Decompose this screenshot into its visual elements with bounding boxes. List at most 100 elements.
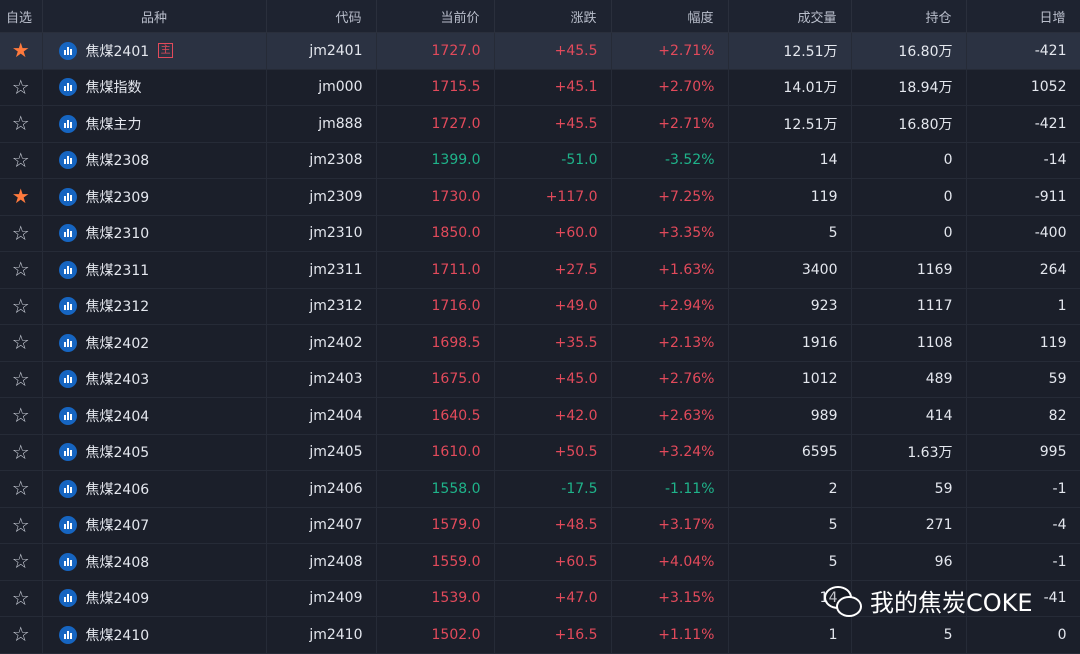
- table-row[interactable]: ★ 焦煤2309 jm2309 1730.0 +117.0 +7.25% 119 0 -911: [0, 178, 1080, 216]
- favorite-cell[interactable]: ☆: [0, 215, 43, 252]
- column-header-price[interactable]: 当前价: [376, 0, 495, 33]
- name-cell[interactable]: 焦煤2310: [42, 215, 267, 252]
- name-cell[interactable]: 焦煤2311: [42, 251, 267, 289]
- star-icon[interactable]: ☆: [12, 330, 30, 354]
- symbol-name: 焦煤2308: [85, 153, 150, 170]
- column-header-code[interactable]: 代码: [266, 0, 377, 33]
- percent-cell: +2.63%: [611, 397, 729, 435]
- favorite-cell[interactable]: ☆: [0, 507, 43, 544]
- star-icon[interactable]: ☆: [12, 148, 30, 172]
- column-header-volume[interactable]: 成交量: [728, 0, 852, 33]
- favorite-cell[interactable]: ☆: [0, 251, 43, 289]
- star-icon[interactable]: ☆: [12, 513, 30, 537]
- volume-cell: 5: [728, 215, 852, 252]
- bar-chart-icon: [58, 406, 77, 425]
- table-row[interactable]: ☆ 焦煤2402 jm2402 1698.5 +35.5 +2.13% 1916 1108 11…: [0, 324, 1080, 362]
- favorite-cell[interactable]: ★: [0, 32, 43, 70]
- star-icon[interactable]: ☆: [12, 294, 30, 318]
- percent-cell: +3.17%: [611, 507, 729, 544]
- favorite-cell[interactable]: ☆: [0, 324, 43, 362]
- name-cell[interactable]: 焦煤2401 主: [42, 32, 267, 70]
- name-cell[interactable]: 焦煤2403: [42, 361, 267, 398]
- star-icon[interactable]: ☆: [12, 549, 30, 573]
- open-interest-cell: 59: [851, 470, 967, 508]
- favorite-cell[interactable]: ☆: [0, 361, 43, 398]
- name-cell[interactable]: 焦煤指数: [42, 69, 267, 106]
- volume-cell: 1916: [728, 324, 852, 362]
- favorite-cell[interactable]: ☆: [0, 397, 43, 435]
- percent-cell: +1.63%: [611, 251, 729, 289]
- favorite-cell[interactable]: ☆: [0, 288, 43, 325]
- name-cell[interactable]: 焦煤2405: [42, 434, 267, 471]
- name-cell[interactable]: 焦煤2409: [42, 580, 267, 617]
- table-row[interactable]: ☆ 焦煤2310 jm2310 1850.0 +60.0 +3.35% 5 0 -400: [0, 215, 1080, 252]
- column-header-change[interactable]: 涨跌: [494, 0, 612, 33]
- star-icon[interactable]: ★: [12, 38, 30, 62]
- table-row[interactable]: ★ 焦煤2401 主 jm2401 1727.0 +45.5 +2.71% 12.51万 16.…: [0, 32, 1080, 70]
- code-cell: jm2308: [266, 142, 377, 179]
- price-cell: 1675.0: [376, 361, 495, 398]
- star-icon[interactable]: ☆: [12, 75, 30, 99]
- star-icon[interactable]: ☆: [12, 476, 30, 500]
- table-row[interactable]: ☆ 焦煤2311 jm2311 1711.0 +27.5 +1.63% 3400 1169 26…: [0, 251, 1080, 289]
- favorite-cell[interactable]: ☆: [0, 69, 43, 106]
- favorite-cell[interactable]: ☆: [0, 543, 43, 581]
- table-row[interactable]: ☆ 焦煤2403 jm2403 1675.0 +45.0 +2.76% 1012 489 59: [0, 361, 1080, 398]
- table-row[interactable]: ☆ 焦煤2407 jm2407 1579.0 +48.5 +3.17% 5 271 -4: [0, 507, 1080, 544]
- star-icon[interactable]: ☆: [12, 111, 30, 135]
- table-row[interactable]: ☆ 焦煤2404 jm2404 1640.5 +42.0 +2.63% 989 414 82: [0, 397, 1080, 435]
- percent-cell: +2.94%: [611, 288, 729, 325]
- column-header-open-interest[interactable]: 持仓: [851, 0, 967, 33]
- name-cell[interactable]: 焦煤2309: [42, 178, 267, 216]
- open-interest-cell: 96: [851, 543, 967, 581]
- favorite-cell[interactable]: ☆: [0, 142, 43, 179]
- name-cell[interactable]: 焦煤2408: [42, 543, 267, 581]
- name-cell[interactable]: 焦煤2407: [42, 507, 267, 544]
- name-cell[interactable]: 焦煤2402: [42, 324, 267, 362]
- column-header-name[interactable]: 品种: [42, 0, 267, 33]
- table-row[interactable]: ☆ 焦煤2308 jm2308 1399.0 -51.0 -3.52% 14 0 -14: [0, 142, 1080, 179]
- column-header-favorite[interactable]: 自选: [0, 0, 43, 33]
- table-row[interactable]: ☆ 焦煤指数 jm000 1715.5 +45.1 +2.70% 14.01万 18.94万 1…: [0, 69, 1080, 106]
- percent-cell: +2.76%: [611, 361, 729, 398]
- change-cell: +45.0: [494, 361, 612, 398]
- star-icon[interactable]: ★: [12, 184, 30, 208]
- daily-change-cell: -1: [966, 470, 1080, 508]
- table-row[interactable]: ☆ 焦煤2408 jm2408 1559.0 +60.5 +4.04% 5 96 -1: [0, 543, 1080, 581]
- name-cell[interactable]: 焦煤2404: [42, 397, 267, 435]
- volume-cell: 2: [728, 470, 852, 508]
- star-icon[interactable]: ☆: [12, 440, 30, 464]
- percent-cell: +3.24%: [611, 434, 729, 471]
- volume-cell: 5: [728, 507, 852, 544]
- table-row[interactable]: ☆ 焦煤2405 jm2405 1610.0 +50.5 +3.24% 6595 1.63万 9…: [0, 434, 1080, 471]
- name-cell[interactable]: 焦煤2308: [42, 142, 267, 179]
- star-icon[interactable]: ☆: [12, 257, 30, 281]
- daily-change-cell: 1052: [966, 69, 1080, 106]
- open-interest-cell: 16.80万: [851, 32, 967, 70]
- name-cell[interactable]: 焦煤2312: [42, 288, 267, 325]
- star-icon[interactable]: ☆: [12, 586, 30, 610]
- star-icon[interactable]: ☆: [12, 403, 30, 427]
- percent-cell: +3.35%: [611, 215, 729, 252]
- bar-chart-icon: [58, 187, 77, 206]
- table-row[interactable]: ☆ 焦煤2312 jm2312 1716.0 +49.0 +2.94% 923 1117 1: [0, 288, 1080, 325]
- name-cell[interactable]: 焦煤主力: [42, 105, 267, 143]
- daily-change-cell: -421: [966, 105, 1080, 143]
- symbol-name: 焦煤指数: [85, 80, 142, 97]
- star-icon[interactable]: ☆: [12, 367, 30, 391]
- column-header-percent[interactable]: 幅度: [611, 0, 729, 33]
- favorite-cell[interactable]: ★: [0, 178, 43, 216]
- favorite-cell[interactable]: ☆: [0, 580, 43, 617]
- favorite-cell[interactable]: ☆: [0, 434, 43, 471]
- code-cell: jm2403: [266, 361, 377, 398]
- column-header-daily-change[interactable]: 日增: [966, 0, 1080, 33]
- table-row[interactable]: ☆ 焦煤主力 jm888 1727.0 +45.5 +2.71% 12.51万 16.80万 -…: [0, 105, 1080, 143]
- volume-cell: 14: [728, 142, 852, 179]
- favorite-cell[interactable]: ☆: [0, 105, 43, 143]
- star-icon[interactable]: ☆: [12, 221, 30, 245]
- symbol-name: 焦煤2408: [85, 554, 150, 571]
- favorite-cell[interactable]: ☆: [0, 470, 43, 508]
- star-icon[interactable]: ☆: [12, 622, 30, 646]
- table-row[interactable]: ☆ 焦煤2406 jm2406 1558.0 -17.5 -1.11% 2 59 -1: [0, 470, 1080, 508]
- name-cell[interactable]: 焦煤2406: [42, 470, 267, 508]
